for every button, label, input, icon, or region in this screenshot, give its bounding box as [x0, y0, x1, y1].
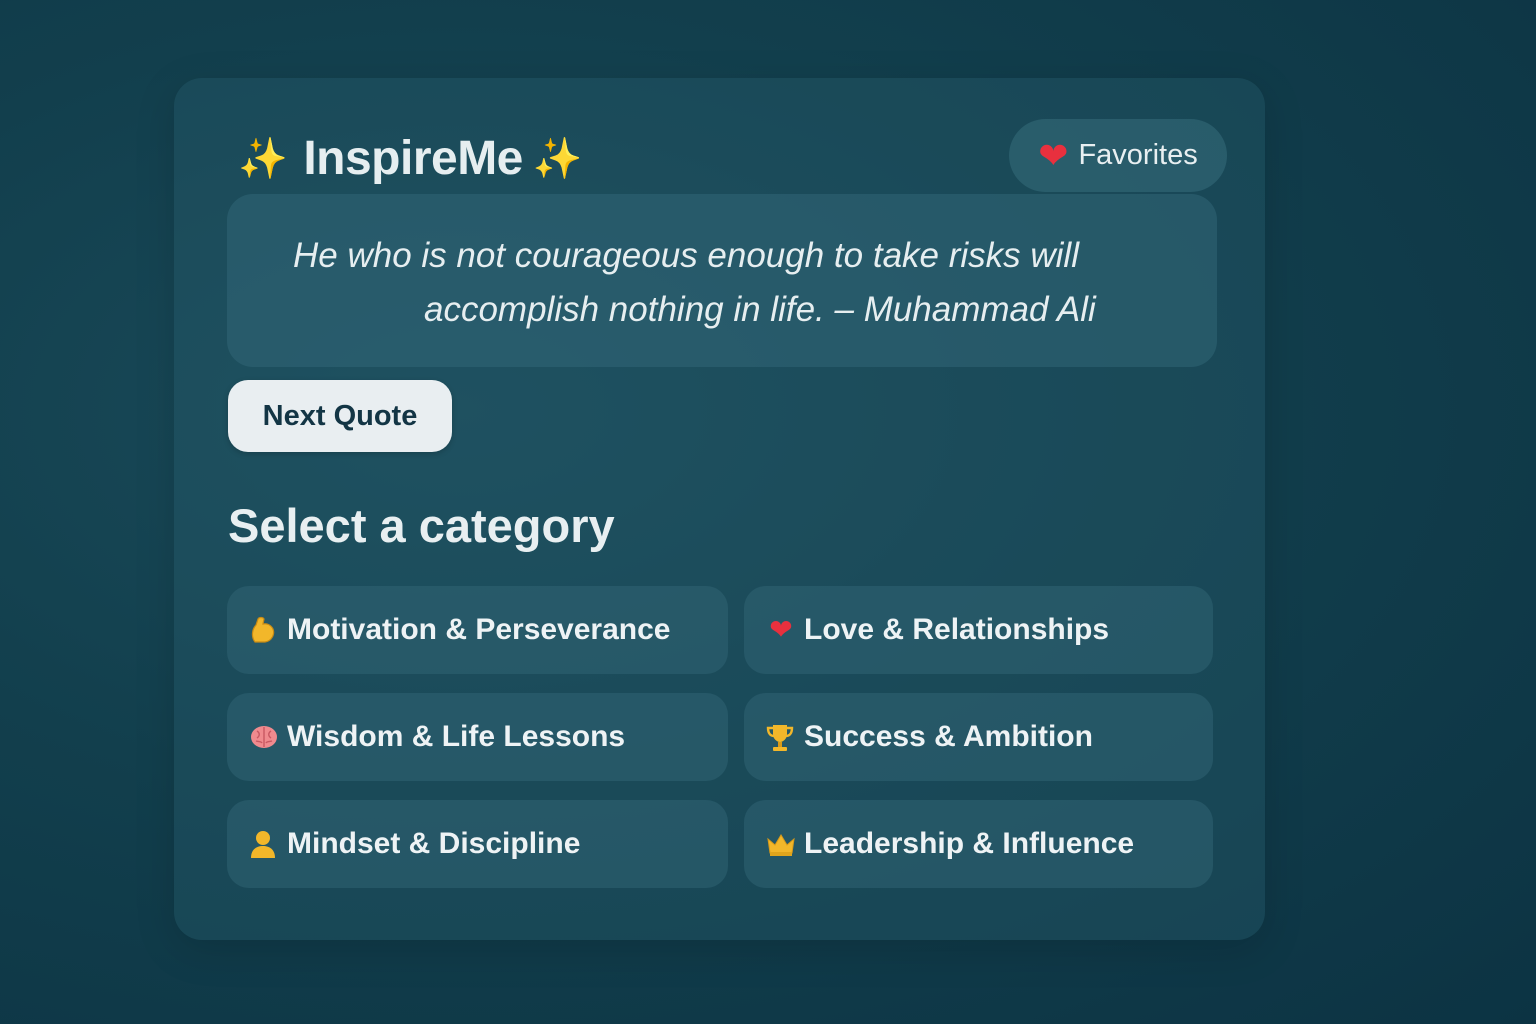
- crown-icon: [766, 831, 796, 857]
- category-label: Leadership & Influence: [804, 827, 1135, 860]
- app-title-text: InspireMe: [303, 131, 523, 185]
- favorites-button[interactable]: ❤ Favorites: [1009, 119, 1227, 192]
- sparkle-icon: ✨: [238, 136, 288, 181]
- favorites-label: Favorites: [1078, 139, 1198, 171]
- category-love-button[interactable]: ❤ Love & Relationships: [744, 586, 1213, 674]
- category-label: Mindset & Discipline: [287, 827, 581, 860]
- quote-card: He who is not courageous enough to take …: [227, 194, 1217, 367]
- category-mindset-button[interactable]: Mindset & Discipline: [227, 800, 728, 888]
- category-label: Love & Relationships: [804, 613, 1110, 646]
- category-label: Wisdom & Life Lessons: [287, 720, 626, 753]
- flexed-bicep-icon: [249, 615, 279, 645]
- category-wisdom-button[interactable]: Wisdom & Life Lessons: [227, 693, 728, 781]
- main-card: ✨ InspireMe ✨ ❤ Favorites He who is not …: [174, 78, 1265, 940]
- next-quote-button[interactable]: Next Quote: [228, 380, 452, 452]
- category-label: Motivation & Perseverance: [287, 613, 671, 646]
- quote-text-line1: He who is not courageous enough to take …: [293, 236, 1079, 275]
- app-title: ✨ InspireMe ✨: [238, 128, 583, 188]
- brain-icon: [249, 724, 279, 750]
- trophy-icon: [766, 722, 796, 752]
- category-leadership-button[interactable]: Leadership & Influence: [744, 800, 1213, 888]
- category-heading: Select a category: [228, 499, 615, 552]
- heart-icon: ❤: [1038, 134, 1069, 176]
- person-icon: [249, 829, 279, 859]
- category-motivation-button[interactable]: Motivation & Perseverance: [227, 586, 728, 674]
- category-success-button[interactable]: Success & Ambition: [744, 693, 1213, 781]
- quote-text-line2: accomplish nothing in life. – Muhammad A…: [424, 290, 1096, 329]
- category-label: Success & Ambition: [804, 720, 1093, 753]
- heart-icon: ❤: [769, 614, 793, 645]
- sparkle-icon: ✨: [532, 136, 583, 181]
